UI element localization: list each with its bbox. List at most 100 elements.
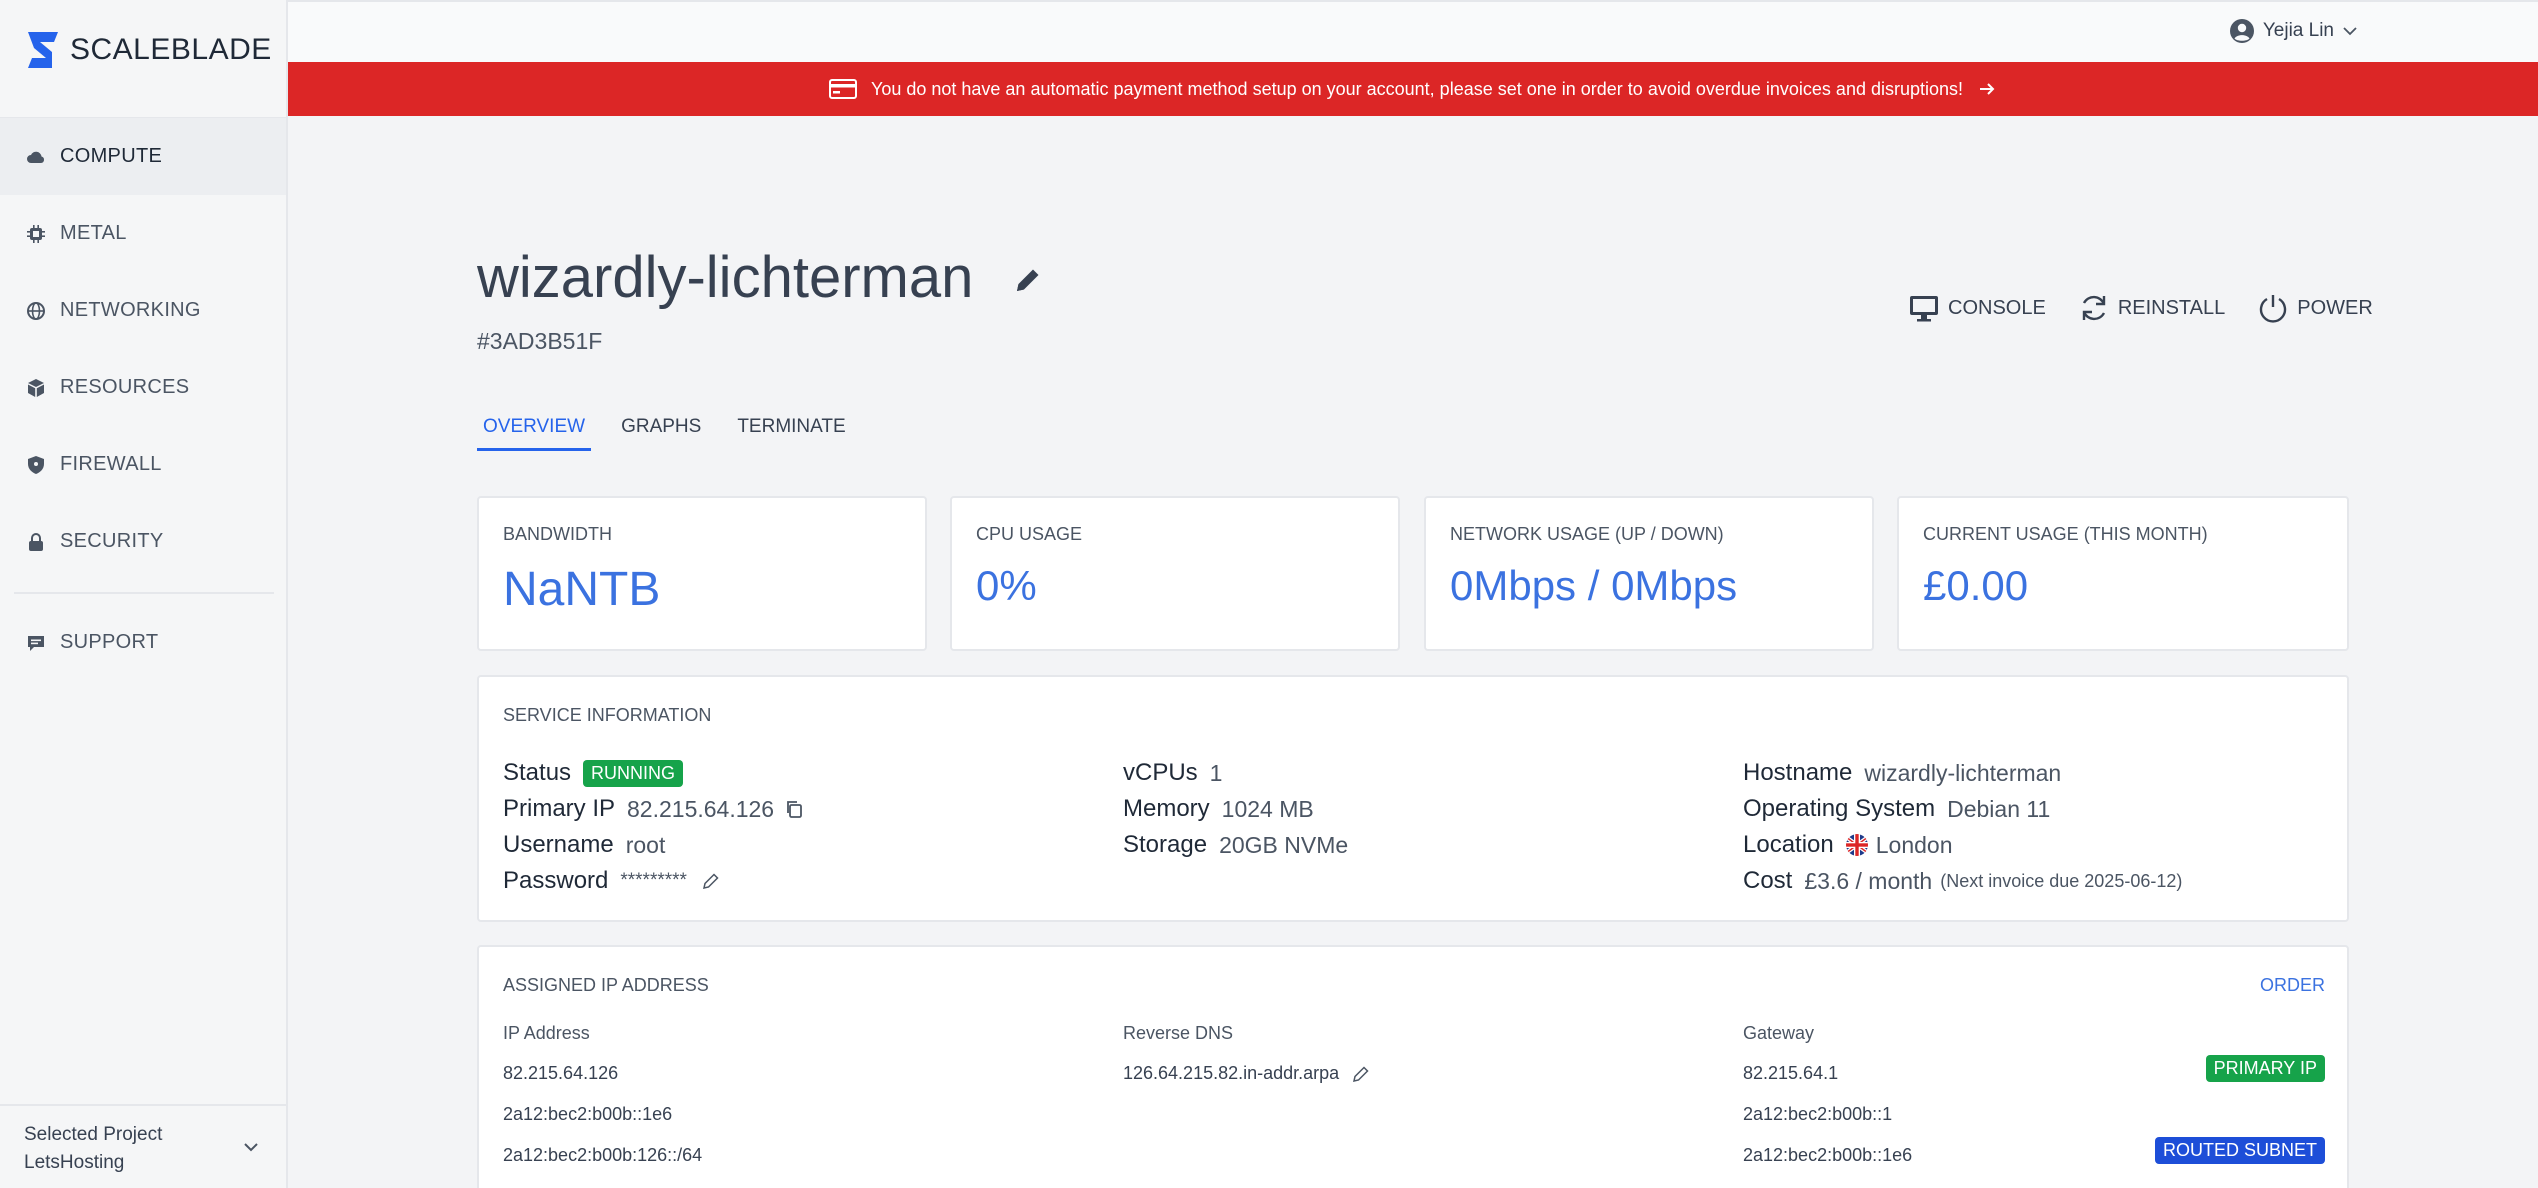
primary-ip-badge: PRIMARY IP xyxy=(2205,1055,2325,1082)
info-value: wizardly-lichterman xyxy=(1864,759,2062,786)
sidebar-item-firewall[interactable]: FIREWALL xyxy=(0,426,286,503)
assigned-ip-card: ASSIGNED IP ADDRESS ORDER IP Address Rev… xyxy=(477,945,2349,1188)
info-row-vcpus: vCPUs 1 xyxy=(1123,755,1348,791)
reinstall-label: REINSTALL xyxy=(2117,296,2226,319)
status-badge: RUNNING xyxy=(583,759,684,787)
tab-graphs[interactable]: GRAPHS xyxy=(615,412,707,451)
brand-logo[interactable]: SCALEBLADE xyxy=(24,28,272,72)
reverse-dns-cell: 126.64.215.82.in-addr.arpa xyxy=(1123,1063,1371,1084)
console-button[interactable]: CONSOLE xyxy=(1908,292,2046,324)
payment-alert-banner[interactable]: You do not have an automatic payment met… xyxy=(288,62,2538,116)
user-name: Yejia Lin xyxy=(2262,20,2334,41)
shield-icon xyxy=(26,455,46,475)
refresh-icon xyxy=(2082,295,2106,321)
reinstall-button[interactable]: REINSTALL xyxy=(2078,292,2225,324)
sidebar: SCALEBLADE COMPUTE METAL NETWORKING RESO… xyxy=(0,0,288,1188)
stat-card-cpu: CPU USAGE 0% xyxy=(950,496,1400,651)
pencil-icon[interactable] xyxy=(1012,264,1044,296)
service-col-1: Status RUNNING Primary IP 82.215.64.126 … xyxy=(503,755,804,899)
service-col-2: vCPUs 1 Memory 1024 MB Storage 20GB NVMe xyxy=(1123,755,1348,863)
stat-label: CPU USAGE xyxy=(976,524,1083,544)
sidebar-item-label: METAL xyxy=(60,222,127,244)
globe-icon xyxy=(26,301,46,321)
chat-icon xyxy=(26,633,46,653)
info-key: Hostname xyxy=(1743,759,1853,786)
top-bar: Yejia Lin xyxy=(288,0,2538,62)
service-col-3: Hostname wizardly-lichterman Operating S… xyxy=(1743,755,2182,899)
sidebar-item-metal[interactable]: METAL xyxy=(0,195,286,272)
chevron-down-icon xyxy=(244,1143,258,1152)
sidebar-item-resources[interactable]: RESOURCES xyxy=(0,349,286,426)
info-key: Location xyxy=(1743,831,1834,858)
chevron-down-icon xyxy=(2343,27,2357,36)
service-information-card: SERVICE INFORMATION Status RUNNING Prima… xyxy=(477,675,2349,922)
gateway: 2a12:bec2:b00b::1 xyxy=(1743,1104,1893,1124)
stat-card-current-usage: CURRENT USAGE (THIS MONTH) £0.00 xyxy=(1897,496,2349,651)
pencil-icon[interactable] xyxy=(701,871,721,891)
lock-icon xyxy=(26,532,46,552)
project-name: LetsHosting xyxy=(24,1152,125,1173)
sidebar-nav: COMPUTE METAL NETWORKING RESOURCES FIREW… xyxy=(0,118,286,580)
column-header: Gateway xyxy=(1743,1023,1815,1043)
invoice-note: (Next invoice due 2025-06-12) xyxy=(1940,870,2183,891)
info-row-password: Password ********* xyxy=(503,863,804,899)
gateway: 82.215.64.1 xyxy=(1743,1063,1839,1083)
info-value: ********* xyxy=(620,870,687,891)
divider xyxy=(14,592,274,594)
sidebar-item-compute[interactable]: COMPUTE xyxy=(0,118,286,195)
info-row-storage: Storage 20GB NVMe xyxy=(1123,827,1348,863)
sidebar-item-networking[interactable]: NETWORKING xyxy=(0,272,286,349)
chip-icon xyxy=(26,224,46,244)
server-id: #3AD3B51F xyxy=(477,328,603,354)
section-title: SERVICE INFORMATION xyxy=(503,705,712,725)
info-value: London xyxy=(1875,831,1953,858)
power-label: POWER xyxy=(2297,296,2373,319)
user-menu[interactable]: Yejia Lin xyxy=(2229,18,2358,44)
ip-address: 82.215.64.126 xyxy=(503,1063,619,1083)
info-value: root xyxy=(625,831,666,858)
order-ip-link[interactable]: ORDER xyxy=(2260,975,2325,996)
server-actions: CONSOLE REINSTALL POWER xyxy=(1908,292,2373,324)
sidebar-item-support[interactable]: SUPPORT xyxy=(0,604,286,681)
sidebar-item-security[interactable]: SECURITY xyxy=(0,503,286,580)
alert-message: You do not have an automatic payment met… xyxy=(870,78,1964,99)
info-key: Username xyxy=(503,831,614,858)
stat-label: BANDWIDTH xyxy=(503,524,612,544)
info-row-status: Status RUNNING xyxy=(503,755,804,791)
info-row-username: Username root xyxy=(503,827,804,863)
gateway: 2a12:bec2:b00b::1e6 xyxy=(1743,1145,1913,1165)
scaleblade-logo-icon xyxy=(28,32,58,68)
uk-flag-icon xyxy=(1845,834,1868,856)
info-value: 20GB NVMe xyxy=(1219,831,1349,858)
project-selector[interactable]: Selected Project LetsHosting xyxy=(0,1104,286,1188)
arrow-right-icon xyxy=(1980,83,1995,95)
sidebar-item-label: COMPUTE xyxy=(60,145,163,167)
stat-value: £0.00 xyxy=(1923,562,2029,609)
stat-card-network: NETWORK USAGE (UP / DOWN) 0Mbps / 0Mbps xyxy=(1424,496,1874,651)
info-key: Memory xyxy=(1123,795,1210,822)
cloud-icon xyxy=(26,147,46,167)
console-label: CONSOLE xyxy=(1948,296,2046,319)
power-button[interactable]: POWER xyxy=(2257,292,2373,324)
tab-overview[interactable]: OVERVIEW xyxy=(477,412,592,451)
brand-name: SCALEBLADE xyxy=(70,33,272,66)
sidebar-item-label: SECURITY xyxy=(60,530,164,552)
power-icon xyxy=(2260,295,2287,323)
info-key: Operating System xyxy=(1743,795,1936,822)
ip-address: 2a12:bec2:b00b::1e6 xyxy=(503,1104,673,1124)
info-row-os: Operating System Debian 11 xyxy=(1743,791,2182,827)
pencil-icon[interactable] xyxy=(1351,1064,1371,1084)
info-value: 1024 MB xyxy=(1221,795,1314,822)
project-label: Selected Project xyxy=(24,1124,163,1145)
info-row-memory: Memory 1024 MB xyxy=(1123,791,1348,827)
tab-terminate[interactable]: TERMINATE xyxy=(731,412,851,451)
user-avatar-icon xyxy=(2229,19,2254,43)
copy-icon[interactable] xyxy=(784,799,804,819)
stat-label: CURRENT USAGE (THIS MONTH) xyxy=(1923,524,2208,544)
stat-card-bandwidth: BANDWIDTH NaNTB xyxy=(477,496,927,651)
section-title: ASSIGNED IP ADDRESS xyxy=(503,975,709,995)
info-key: Password xyxy=(503,867,609,894)
box-icon xyxy=(26,378,46,398)
info-row-primary-ip: Primary IP 82.215.64.126 xyxy=(503,791,804,827)
routed-subnet-badge: ROUTED SUBNET xyxy=(2154,1137,2325,1164)
